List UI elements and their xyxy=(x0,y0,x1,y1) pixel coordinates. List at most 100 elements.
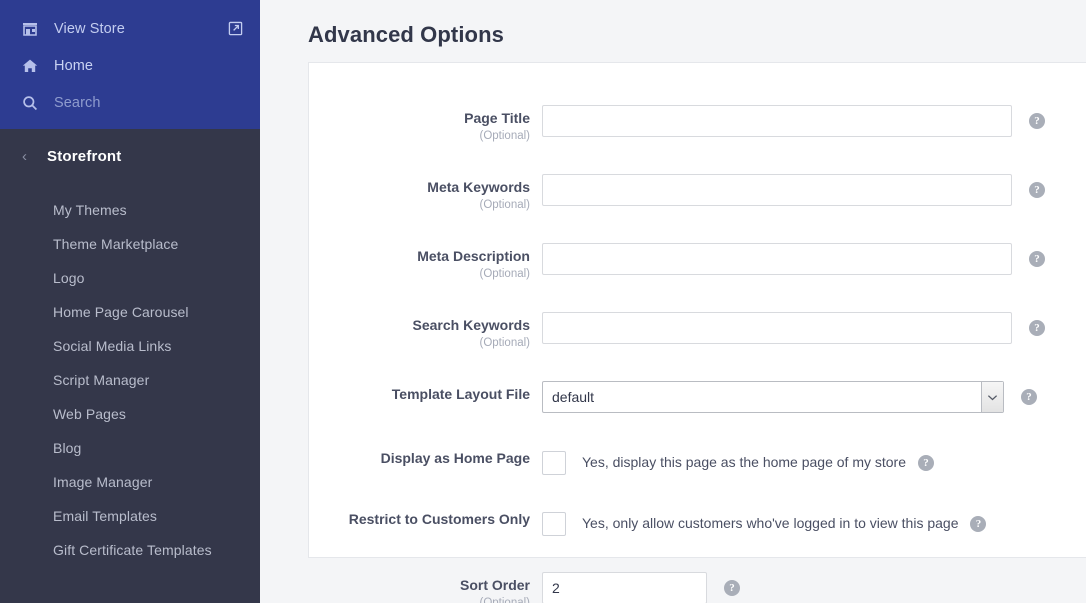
chevron-left-icon[interactable]: ‹ xyxy=(22,149,36,164)
page-title: Advanced Options xyxy=(308,22,1086,48)
meta-description-input[interactable] xyxy=(542,243,1012,275)
sidebar-item-label: Script Manager xyxy=(53,372,149,388)
field-row-page-title: Page Title (Optional) ? xyxy=(309,101,1086,144)
sidebar-item-image-manager[interactable]: Image Manager xyxy=(0,465,260,499)
help-icon[interactable]: ? xyxy=(1029,182,1045,198)
sidebar-item-search[interactable]: Search xyxy=(0,84,260,121)
field-row-sort-order: Sort Order (Optional) ? xyxy=(309,568,1086,603)
sidebar-item-label: Search xyxy=(54,95,101,111)
sidebar-item-label: Theme Marketplace xyxy=(53,236,178,252)
field-label-meta-keywords: Meta Keywords (Optional) xyxy=(309,170,542,213)
field-input-wrap: ? xyxy=(542,101,1086,137)
field-input-wrap: Yes, only allow customers who've logged … xyxy=(542,506,1086,536)
main-content: Advanced Options Page Title (Optional) ? xyxy=(260,0,1086,603)
field-label-page-title: Page Title (Optional) xyxy=(309,101,542,144)
sidebar-item-label: View Store xyxy=(54,21,125,37)
field-label-text: Display as Home Page xyxy=(309,450,530,466)
help-icon[interactable]: ? xyxy=(918,455,934,471)
help-icon[interactable]: ? xyxy=(1029,320,1045,336)
field-label-meta-description: Meta Description (Optional) xyxy=(309,239,542,282)
display-as-home-page-checkbox[interactable] xyxy=(542,451,566,475)
field-row-meta-description: Meta Description (Optional) ? xyxy=(309,239,1086,282)
field-input-wrap: default ? xyxy=(542,377,1086,413)
field-label-display-as-home-page: Display as Home Page xyxy=(309,445,542,466)
sidebar-item-label: Gift Certificate Templates xyxy=(53,542,212,558)
field-label-text: Restrict to Customers Only xyxy=(309,511,530,527)
field-label-template-layout-file: Template Layout File xyxy=(309,377,542,402)
sidebar-item-logo[interactable]: Logo xyxy=(0,261,260,295)
select-selected-value: default xyxy=(552,389,981,405)
help-icon[interactable]: ? xyxy=(724,580,740,596)
template-layout-file-select-wrap: default xyxy=(542,381,1004,413)
field-row-search-keywords: Search Keywords (Optional) ? xyxy=(309,308,1086,351)
field-optional-note: (Optional) xyxy=(309,335,530,351)
search-keywords-input[interactable] xyxy=(542,312,1012,344)
template-layout-file-select[interactable]: default xyxy=(542,381,1004,413)
sidebar-item-social-media-links[interactable]: Social Media Links xyxy=(0,329,260,363)
restrict-to-customers-only-checkbox[interactable] xyxy=(542,512,566,536)
meta-keywords-input[interactable] xyxy=(542,174,1012,206)
sidebar-menu: My Themes Theme Marketplace Logo Home Pa… xyxy=(0,184,260,567)
sidebar-item-label: Blog xyxy=(53,440,81,456)
field-optional-note: (Optional) xyxy=(309,595,530,603)
sidebar-item-blog[interactable]: Blog xyxy=(0,431,260,465)
page-title-input[interactable] xyxy=(542,105,1012,137)
help-icon[interactable]: ? xyxy=(970,516,986,532)
sidebar-item-view-store[interactable]: View Store xyxy=(0,10,260,47)
display-as-home-page-checkbox-label[interactable]: Yes, display this page as the home page … xyxy=(582,454,906,470)
field-row-meta-keywords: Meta Keywords (Optional) ? xyxy=(309,170,1086,213)
field-label-text: Template Layout File xyxy=(309,386,530,402)
sidebar-item-label: Image Manager xyxy=(53,474,152,490)
store-icon xyxy=(22,21,44,37)
sidebar-item-home-page-carousel[interactable]: Home Page Carousel xyxy=(0,295,260,329)
sort-order-input[interactable] xyxy=(542,572,707,603)
field-label-sort-order: Sort Order (Optional) xyxy=(309,568,542,603)
field-label-text: Page Title xyxy=(309,110,530,126)
field-label-text: Meta Description xyxy=(309,248,530,264)
external-link-icon[interactable] xyxy=(228,21,243,36)
field-input-wrap: ? xyxy=(542,239,1086,275)
sidebar-item-theme-marketplace[interactable]: Theme Marketplace xyxy=(0,227,260,261)
field-label-search-keywords: Search Keywords (Optional) xyxy=(309,308,542,351)
search-icon xyxy=(22,95,44,111)
sidebar-top-nav: View Store Home xyxy=(0,0,260,129)
app-root: View Store Home xyxy=(0,0,1086,603)
sidebar-section-header[interactable]: ‹ Storefront xyxy=(0,129,260,184)
field-optional-note: (Optional) xyxy=(309,197,530,213)
field-label-restrict-to-customers-only: Restrict to Customers Only xyxy=(309,506,542,527)
sidebar-item-label: Home Page Carousel xyxy=(53,304,189,320)
sidebar-item-gift-certificate-templates[interactable]: Gift Certificate Templates xyxy=(0,533,260,567)
sidebar-item-label: Web Pages xyxy=(53,406,126,422)
sidebar-item-label: Logo xyxy=(53,270,85,286)
advanced-options-panel: Page Title (Optional) ? Meta Keywords (O… xyxy=(308,62,1086,558)
sidebar-item-script-manager[interactable]: Script Manager xyxy=(0,363,260,397)
field-input-wrap: Yes, display this page as the home page … xyxy=(542,445,1086,475)
home-icon xyxy=(22,58,44,74)
field-label-text: Search Keywords xyxy=(309,317,530,333)
field-input-wrap: ? xyxy=(542,170,1086,206)
chevron-down-icon[interactable] xyxy=(981,382,1003,412)
sidebar-item-label: Email Templates xyxy=(53,508,157,524)
sidebar-item-email-templates[interactable]: Email Templates xyxy=(0,499,260,533)
field-input-wrap: ? xyxy=(542,568,1086,603)
field-row-template-layout-file: Template Layout File default xyxy=(309,377,1086,413)
advanced-options-form: Page Title (Optional) ? Meta Keywords (O… xyxy=(309,63,1086,603)
sidebar-item-label: My Themes xyxy=(53,202,127,218)
field-input-wrap: ? xyxy=(542,308,1086,344)
sidebar-item-my-themes[interactable]: My Themes xyxy=(0,193,260,227)
sidebar-item-label: Home xyxy=(54,58,93,74)
restrict-to-customers-only-checkbox-label[interactable]: Yes, only allow customers who've logged … xyxy=(582,515,958,531)
field-optional-note: (Optional) xyxy=(309,266,530,282)
field-optional-note: (Optional) xyxy=(309,128,530,144)
sidebar: View Store Home xyxy=(0,0,260,603)
help-icon[interactable]: ? xyxy=(1029,251,1045,267)
field-label-text: Sort Order xyxy=(309,577,530,593)
sidebar-item-label: Social Media Links xyxy=(53,338,172,354)
field-row-restrict-to-customers-only: Restrict to Customers Only Yes, only all… xyxy=(309,506,1086,536)
help-icon[interactable]: ? xyxy=(1029,113,1045,129)
help-icon[interactable]: ? xyxy=(1021,389,1037,405)
field-label-text: Meta Keywords xyxy=(309,179,530,195)
sidebar-item-web-pages[interactable]: Web Pages xyxy=(0,397,260,431)
field-row-display-as-home-page: Display as Home Page Yes, display this p… xyxy=(309,445,1086,475)
sidebar-item-home[interactable]: Home xyxy=(0,47,260,84)
